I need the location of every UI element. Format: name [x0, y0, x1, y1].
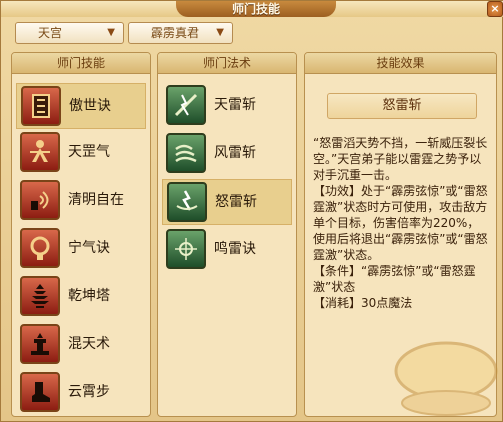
- skill-label: 宁气诀: [68, 240, 110, 256]
- window-title: 师门技能: [176, 1, 336, 17]
- sect-dropdown-value: 天宫: [38, 26, 63, 40]
- skill-row-aoshi[interactable]: 傲世诀: [16, 83, 146, 129]
- skill-label: 混天术: [68, 336, 110, 352]
- rage-thunder-icon: [167, 182, 207, 222]
- spell-label: 天雷斩: [214, 97, 256, 113]
- effect-intro: “怒雷滔天势不挡，一斩威压裂长空。”天宫弟子能以雷霆之势予以对手沉重一击。: [313, 136, 488, 182]
- skill-label: 云霄步: [68, 384, 110, 400]
- sect-dropdown[interactable]: 天宫 ▼: [15, 22, 124, 44]
- skills-window: 师门技能 × 天宫 ▼ 霹雳真君 ▼ 师门技能 傲世诀 天罡气 清明自在 宁气诀…: [0, 0, 503, 422]
- sect-skills-panel: 师门技能 傲世诀 天罡气 清明自在 宁气诀 乾坤塔 混天术 云霄步: [11, 52, 151, 417]
- skill-row-tiangang[interactable]: 天罡气: [16, 130, 146, 176]
- effect-function: 【功效】处于“霹雳弦惊”或“雷怒霆激”状态时方可使用，攻击敌方单个目标，伤害倍率…: [313, 184, 488, 262]
- spell-label: 风雷斩: [214, 145, 256, 161]
- master-dropdown[interactable]: 霹雳真君 ▼: [128, 22, 233, 44]
- sect-skills-header: 师门技能: [12, 53, 150, 74]
- title-bar: 师门技能 ×: [1, 1, 503, 17]
- chevron-down-icon: ▼: [216, 27, 224, 38]
- skill-row-qiankun[interactable]: 乾坤塔: [16, 274, 146, 320]
- effect-cost: 【消耗】30点魔法: [313, 296, 413, 310]
- skill-label: 天罡气: [68, 144, 110, 160]
- skill-row-yunxiao[interactable]: 云霄步: [16, 370, 146, 416]
- signal-icon: [20, 180, 60, 220]
- skill-label: 乾坤塔: [68, 288, 110, 304]
- spell-row-fenglei[interactable]: 风雷斩: [162, 131, 292, 177]
- skill-label: 清明自在: [68, 192, 124, 208]
- sect-spells-panel: 师门法术 天雷斩 风雷斩 怒雷斩 鸣雷诀: [157, 52, 297, 417]
- close-button[interactable]: ×: [487, 1, 503, 17]
- spell-row-tianlei[interactable]: 天雷斩: [162, 83, 292, 129]
- thunder-orb-icon: [166, 229, 206, 269]
- skill-row-ningqi[interactable]: 宁气诀: [16, 226, 146, 272]
- effect-description: “怒雷滔天势不挡，一斩威压裂长空。”天宫弟子能以雷霆之势予以对手沉重一击。 【功…: [313, 135, 491, 311]
- thunder-slash-icon: [166, 85, 206, 125]
- tower-icon: [20, 324, 60, 364]
- spell-row-minglei[interactable]: 鸣雷诀: [162, 227, 292, 273]
- figure-icon: [20, 132, 60, 172]
- watermark-logo: [391, 331, 501, 419]
- skill-row-huntian[interactable]: 混天术: [16, 322, 146, 368]
- chevron-down-icon: ▼: [107, 27, 115, 38]
- spell-label: 鸣雷诀: [214, 241, 256, 257]
- boot-icon: [20, 372, 60, 412]
- pagoda-icon: [20, 276, 60, 316]
- sect-spells-header: 师门法术: [158, 53, 296, 74]
- effect-condition: 【条件】“霹雳弦惊”或“雷怒霆激”状态: [313, 264, 476, 294]
- skill-label: 傲世诀: [69, 98, 111, 114]
- spell-row-nulei[interactable]: 怒雷斩: [162, 179, 292, 225]
- skill-row-qingming[interactable]: 清明自在: [16, 178, 146, 224]
- skill-effect-header: 技能效果: [305, 53, 496, 74]
- spell-label: 怒雷斩: [215, 194, 257, 210]
- master-dropdown-value: 霹雳真君: [151, 26, 200, 40]
- mirror-icon: [20, 228, 60, 268]
- wind-thunder-icon: [166, 133, 206, 173]
- effect-skill-name: 怒雷斩: [327, 93, 477, 119]
- scroll-icon: [21, 86, 61, 126]
